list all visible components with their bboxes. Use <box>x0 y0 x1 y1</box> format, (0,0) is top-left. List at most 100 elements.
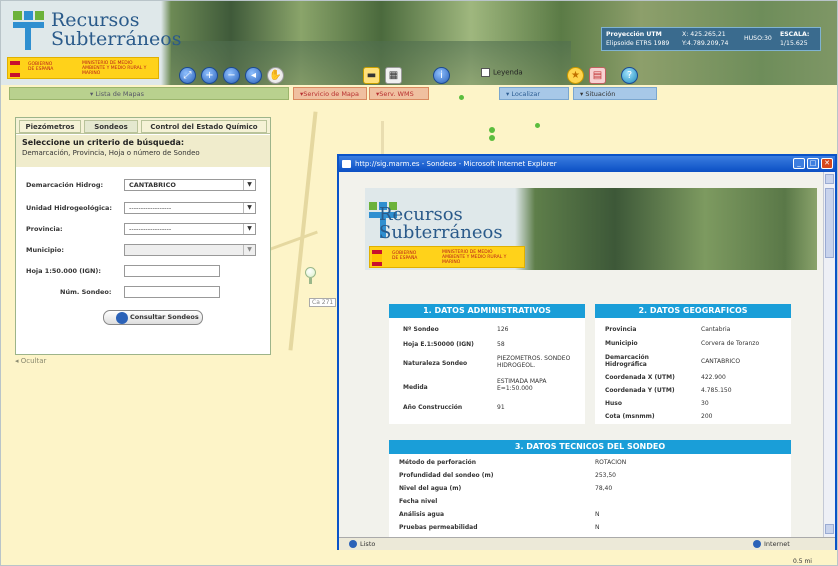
field-value: 4.785.150 <box>701 387 732 394</box>
municipio-select[interactable]: ▼ <box>124 244 256 256</box>
logo-line-2: Subterráneos <box>51 28 182 50</box>
favorites-star-icon[interactable]: ★ <box>567 67 584 84</box>
menu-localizar[interactable]: ▾ Localizar <box>499 87 569 100</box>
menu-servicio-mapa[interactable]: ▾Servicio de Mapa <box>293 87 367 100</box>
inner-gov-label: GOBIERNO DE ESPAÑA <box>392 251 418 261</box>
y-value: 4.789.209,74 <box>687 40 729 47</box>
internet-zone: Internet <box>753 538 790 550</box>
section-1-title: 1. DATOS ADMINISTRATIVOS <box>389 304 585 318</box>
demarcacion-label: Demarcación Hidrog: <box>26 181 104 189</box>
section-datos-tecnicos: 3. DATOS TECNICOS DEL SONDEO Método de p… <box>389 440 791 538</box>
map-marker-icon[interactable] <box>489 127 495 133</box>
spain-flag-icon <box>372 250 382 266</box>
ie-page-icon <box>349 540 357 548</box>
inner-ministry-label: MINISTERIO DE MEDIO AMBIENTE Y MEDIO RUR… <box>442 250 507 265</box>
consultar-label: Consultar Sondeos <box>130 313 199 321</box>
chevron-down-icon[interactable]: ▼ <box>243 180 255 190</box>
field-label: Naturaleza Sondeo <box>403 360 468 367</box>
field-value: ESTIMADA MAPA E=1:50.000 <box>497 378 547 392</box>
legend-label: Leyenda <box>493 68 523 77</box>
field-value: Cantabria <box>701 326 731 333</box>
chevron-down-icon[interactable]: ▼ <box>243 245 255 255</box>
field-label: Coordenada Y (UTM) <box>605 387 675 394</box>
scale-label: ESCALA: <box>780 31 810 38</box>
consultar-sondeos-button[interactable]: Consultar Sondeos <box>103 310 203 325</box>
field-value: CANTABRICO <box>701 358 741 365</box>
map-pin-icon[interactable] <box>303 267 317 285</box>
chevron-down-icon[interactable]: ▼ <box>243 203 255 213</box>
unidad-select[interactable]: ------------------ ▼ <box>124 202 256 214</box>
ie-window-title: http://sig.marm.es - Sondeos - Microsoft… <box>355 160 557 168</box>
unidad-value: ------------------ <box>129 204 172 212</box>
huso-value: 30 <box>763 35 772 42</box>
pdf-icon[interactable]: ▤ <box>589 67 606 84</box>
close-icon[interactable]: ✕ <box>821 158 833 169</box>
scroll-up-icon[interactable] <box>825 174 834 184</box>
print-icon[interactable]: ▦ <box>385 67 402 84</box>
sondeo-input[interactable] <box>124 286 220 298</box>
field-label: Demarcación Hidrográfica <box>605 354 649 368</box>
hoja-input[interactable] <box>124 265 220 277</box>
field-label: Hoja E.1:50000 (IGN) <box>403 341 474 348</box>
zoom-previous-icon[interactable]: ◂ <box>245 67 262 84</box>
ie-status-bar: Listo Internet <box>339 537 835 550</box>
field-label: Cota (msnmm) <box>605 413 655 420</box>
ie-popup-window[interactable]: http://sig.marm.es - Sondeos - Microsoft… <box>337 154 837 550</box>
legend-toggle[interactable]: Leyenda <box>481 68 523 77</box>
field-value: 30 <box>701 400 709 407</box>
ie-title-bar[interactable]: http://sig.marm.es - Sondeos - Microsoft… <box>339 156 835 172</box>
hide-panel-link[interactable]: ◂ Ocultar <box>15 357 46 365</box>
field-value: N <box>595 524 600 531</box>
scroll-thumb[interactable] <box>825 188 834 258</box>
field-value: 78,40 <box>595 485 613 492</box>
field-value: 253,50 <box>595 472 616 479</box>
help-icon[interactable]: ? <box>621 67 638 84</box>
field-value: 91 <box>497 404 505 411</box>
map-marker-icon[interactable] <box>535 123 540 128</box>
field-label: Nivel del agua (m) <box>399 485 462 492</box>
panel-tabs: Piezómetros Sondeos Control del Estado Q… <box>16 118 270 134</box>
zoom-extent-icon[interactable]: ⤢ <box>179 67 196 84</box>
demarcacion-select[interactable]: CANTABRICO ▼ <box>124 179 256 191</box>
ministry-label: MINISTERIO DE MEDIO AMBIENTE Y MEDIO RUR… <box>82 61 147 76</box>
menu-lista-mapas[interactable]: ▾ Lista de Mapas <box>9 87 289 100</box>
legend-checkbox[interactable] <box>481 68 490 77</box>
maximize-icon[interactable]: □ <box>807 158 819 169</box>
app-logo-title: Recursos Subterráneos <box>51 11 181 49</box>
map-road-label: Ca 271 <box>309 298 337 307</box>
map-marker-icon[interactable] <box>489 135 495 141</box>
field-label: Método de perforación <box>399 459 477 466</box>
x-label: X: <box>682 31 689 38</box>
zoom-out-icon[interactable]: − <box>223 67 240 84</box>
field-label: Coordenada X (UTM) <box>605 374 675 381</box>
menu-bar: ▾ Lista de Mapas ▾Servicio de Mapa ▾Serv… <box>9 87 657 101</box>
measure-icon[interactable]: ▬ <box>363 67 380 84</box>
demarcacion-value: CANTABRICO <box>129 181 176 189</box>
ie-content: Recursos Subterráneos GOBIERNO DE ESPAÑA… <box>339 172 835 538</box>
zoom-in-icon[interactable]: + <box>201 67 218 84</box>
map-marker-icon[interactable] <box>459 95 464 100</box>
minimize-icon[interactable]: _ <box>793 158 805 169</box>
field-label: Huso <box>605 400 622 407</box>
provincia-select[interactable]: ------------------ ▼ <box>124 223 256 235</box>
field-value: 422.900 <box>701 374 726 381</box>
field-value: ROTACION <box>595 459 627 466</box>
map-scale-label: 0.5 mi <box>793 558 812 565</box>
scale-value: 1/15.625 <box>780 40 808 47</box>
ie-scrollbar[interactable] <box>823 172 835 538</box>
scroll-down-icon[interactable] <box>825 524 834 534</box>
menu-situacion[interactable]: ▾ Situación <box>573 87 657 100</box>
chevron-down-icon[interactable]: ▼ <box>243 224 255 234</box>
tab-control-estado-quimico[interactable]: Control del Estado Químico <box>141 120 267 133</box>
tab-sondeos[interactable]: Sondeos <box>84 120 138 133</box>
field-value: Corvera de Toranzo <box>701 340 760 347</box>
provincia-value: ------------------ <box>129 225 172 233</box>
pan-hand-icon[interactable]: ✋ <box>267 67 284 84</box>
field-label: Fecha nivel <box>399 498 438 505</box>
sondeo-label: Núm. Sondeo: <box>60 288 112 296</box>
tab-piezometros[interactable]: Piezómetros <box>19 120 81 133</box>
criteria-title: Seleccione un criterio de búsqueda: <box>22 138 185 147</box>
info-icon[interactable]: i <box>433 67 450 84</box>
field-label: Medida <box>403 384 428 391</box>
menu-serv-wms[interactable]: ▾Serv. WMS <box>369 87 429 100</box>
